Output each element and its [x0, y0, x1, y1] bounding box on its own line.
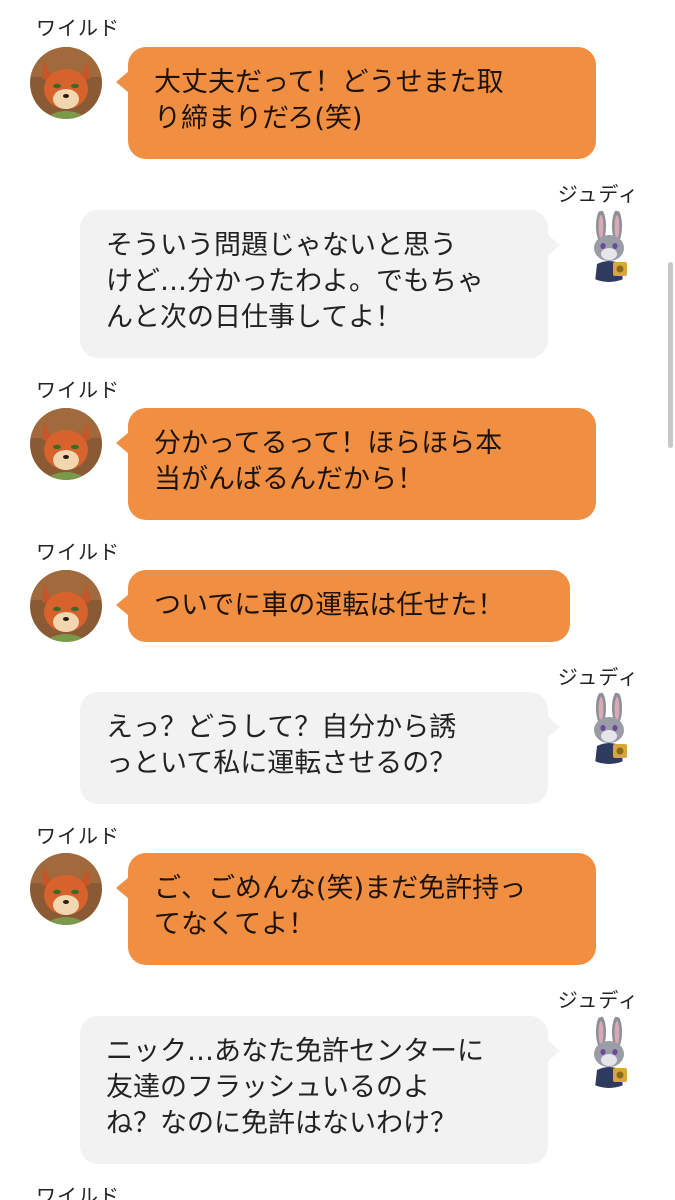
message-bubble-incoming[interactable]: えっ？どうして？自分から誘 っといて私に運転させるの？	[80, 692, 560, 804]
chat-thread[interactable]: ワイルド 大丈夫だって！どうせまた取 り締まりだろ(笑) ジュディ そういう問題…	[0, 0, 675, 1200]
message-bubble-incoming[interactable]: そういう問題じゃないと思う けど…分かったわよ。でもちゃ んと次の日仕事してよ！	[80, 210, 560, 358]
sender-name-judy: ジュディ	[557, 182, 639, 206]
scrollbar[interactable]	[668, 262, 673, 448]
message-bubble-outgoing[interactable]: ついでに車の運転は任せた！	[116, 570, 570, 642]
fox-avatar-icon[interactable]	[30, 47, 102, 119]
message-bubble-outgoing[interactable]: 分かってるって！ほらほら本 当がんばるんだから！	[116, 408, 596, 520]
fox-avatar-icon[interactable]	[30, 853, 102, 925]
sender-name-judy: ジュディ	[557, 665, 639, 689]
message-bubble-outgoing[interactable]: ご、ごめんな(笑)まだ免許持っ てなくてよ！	[116, 853, 596, 965]
rabbit-avatar-icon[interactable]	[573, 210, 645, 282]
sender-name-wilde: ワイルド	[36, 378, 120, 402]
sender-name-judy: ジュディ	[557, 988, 639, 1012]
sender-name-wilde: ワイルド	[36, 540, 120, 564]
sender-name-wilde: ワイルド	[36, 824, 120, 848]
message-bubble-outgoing[interactable]: 大丈夫だって！どうせまた取 り締まりだろ(笑)	[116, 47, 596, 159]
fox-avatar-icon[interactable]	[30, 570, 102, 642]
message-bubble-incoming[interactable]: ニック…あなた免許センターに 友達のフラッシュいるのよ ね？なのに免許はないわけ…	[80, 1016, 560, 1164]
fox-avatar-icon[interactable]	[30, 408, 102, 480]
sender-name-wilde: ワイルド	[36, 16, 120, 40]
rabbit-avatar-icon[interactable]	[573, 1016, 645, 1088]
rabbit-avatar-icon[interactable]	[573, 692, 645, 764]
sender-name-wilde: ワイルド	[36, 1184, 120, 1200]
